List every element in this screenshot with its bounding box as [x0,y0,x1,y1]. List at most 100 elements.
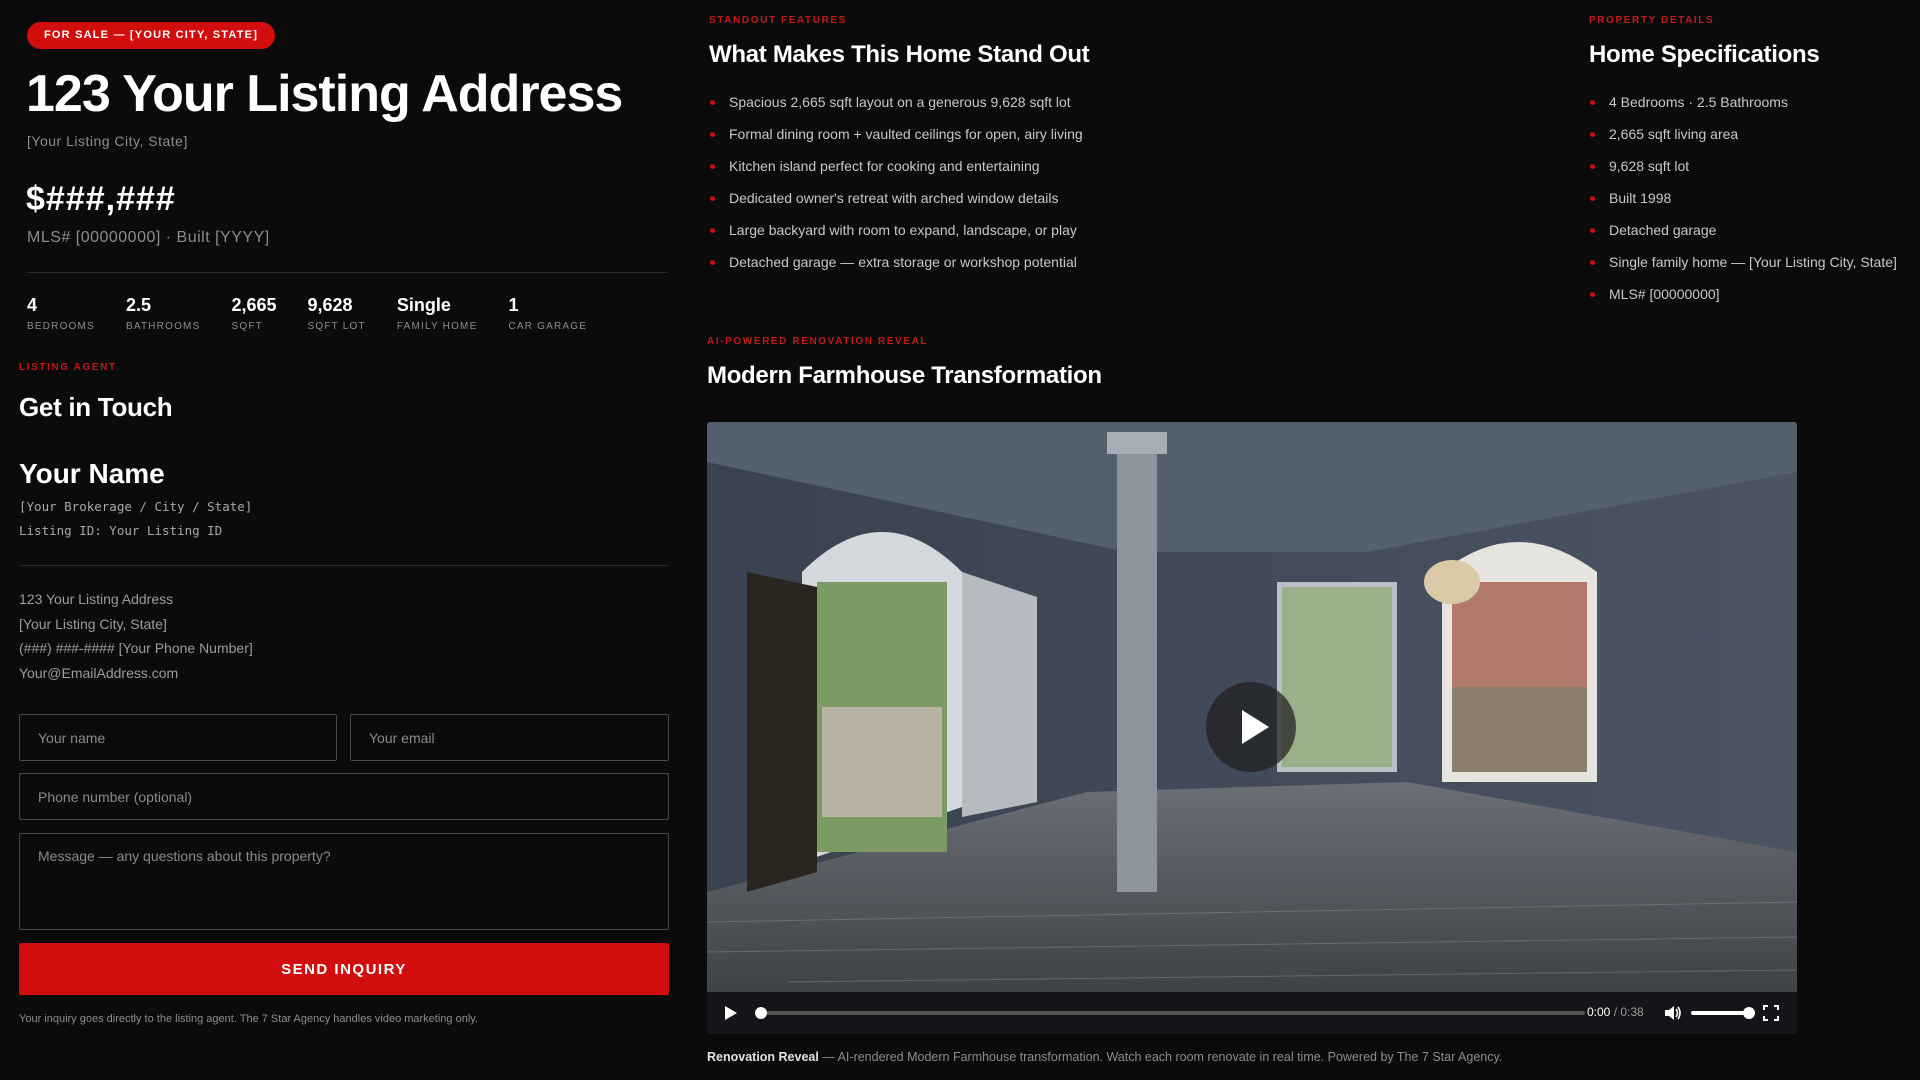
name-input[interactable] [19,714,337,761]
agent-brokerage: [Your Brokerage / City / State] [19,499,253,514]
stat-bathrooms: 2.5 BATHROOMS [126,295,201,332]
list-item: 4 Bedrooms · 2.5 Bathrooms [1589,93,1897,125]
list-item: Large backyard with room to expand, land… [709,221,1083,253]
feature-text: Large backyard with room to expand, land… [729,222,1077,238]
feature-text: Spacious 2,665 sqft layout on a generous… [729,94,1071,110]
stat-label: FAMILY HOME [396,321,478,332]
specs-list: 4 Bedrooms · 2.5 Bathrooms 2,665 sqft li… [1589,93,1897,317]
bullet-icon [1590,292,1595,297]
list-item: MLS# [00000000] [1589,285,1897,317]
bullet-icon [1590,260,1595,265]
video-player[interactable]: 0:00 / 0:38 [707,422,1797,1034]
spec-text: 4 Bedrooms · 2.5 Bathrooms [1609,94,1788,110]
listing-price: $###,### [26,180,176,218]
list-item: Detached garage [1589,221,1897,253]
seek-bar[interactable] [761,1011,1585,1015]
list-item: 2,665 sqft living area [1589,125,1897,157]
list-item: 9,628 sqft lot [1589,157,1897,189]
stat-label: SQFT [231,321,263,332]
for-sale-badge: FOR SALE — [YOUR CITY, STATE] [27,22,276,49]
volume-handle[interactable] [1743,1007,1755,1019]
time-display: 0:00 / 0:38 [1587,1005,1644,1019]
bullet-icon [1590,228,1595,233]
video-heading: Modern Farmhouse Transformation [707,362,1102,389]
bullet-icon [1590,164,1595,169]
play-icon [1242,710,1269,744]
contact-address-line1: 123 Your Listing Address [19,591,174,607]
specs-eyebrow: PROPERTY DETAILS [1589,15,1715,26]
listing-city-state: [Your Listing City, State] [27,133,188,149]
list-item: Detached garage — extra storage or works… [709,253,1083,285]
stat-value: 2.5 [125,295,151,315]
stat-label: SQFT LOT [307,321,366,332]
fullscreen-icon[interactable] [1763,1005,1779,1021]
spec-text: Built 1998 [1609,190,1672,206]
agent-name: Your Name [19,458,165,489]
form-fine-print: Your inquiry goes directly to the listin… [19,1013,479,1025]
features-heading: What Makes This Home Stand Out [709,41,1090,68]
feature-text: Detached garage — extra storage or works… [729,254,1077,270]
bullet-icon [710,228,715,233]
volume-slider[interactable] [1691,1011,1747,1015]
stat-bedrooms: 4 BEDROOMS [27,295,95,332]
stat-value: Single [396,295,451,315]
specs-heading: Home Specifications [1589,41,1820,68]
list-item: Built 1998 [1589,189,1897,221]
bullet-icon [1590,132,1595,137]
message-textarea[interactable] [19,833,669,930]
stat-value: 4 [27,295,38,315]
spec-text: MLS# [00000000] [1609,286,1720,302]
stat-sqft: 2,665 SQFT [231,295,276,332]
bullet-icon [1590,196,1595,201]
list-item: Formal dining room + vaulted ceilings fo… [709,125,1083,157]
listing-address-title: 123 Your Listing Address [26,65,623,123]
stat-car-garage: 1 CAR GARAGE [508,295,587,332]
mls-built-line: MLS# [00000000] · Built [YYYY] [27,229,270,246]
video-controls: 0:00 / 0:38 [707,992,1797,1034]
agent-eyebrow: LISTING AGENT [19,362,117,373]
bullet-icon [1590,100,1595,105]
phone-input[interactable] [19,773,669,820]
seek-handle[interactable] [755,1007,767,1019]
stat-family-home: Single FAMILY HOME [397,295,478,332]
bullet-icon [710,164,715,169]
play-icon[interactable] [725,1006,737,1020]
list-item: Single family home — [Your Listing City,… [1589,253,1897,285]
stat-value: 1 [508,295,519,315]
caption-bold: Renovation Reveal [707,1050,819,1064]
feature-text: Formal dining room + vaulted ceilings fo… [729,126,1083,142]
contact-address-line2: [Your Listing City, State] [19,616,167,632]
stat-sqft-lot: 9,628 SQFT LOT [308,295,366,332]
duration: 0:38 [1620,1005,1644,1019]
feature-text: Kitchen island perfect for cooking and e… [729,158,1040,174]
get-in-touch-heading: Get in Touch [19,392,173,422]
agent-listing-id: Listing ID: Your Listing ID [19,523,223,538]
bullet-icon [710,132,715,137]
stat-label: BATHROOMS [125,321,201,332]
features-eyebrow: STANDOUT FEATURES [709,15,847,26]
divider [19,565,669,566]
bullet-icon [710,196,715,201]
volume-icon[interactable] [1663,1004,1683,1022]
video-caption: Renovation Reveal — AI-rendered Modern F… [707,1050,1502,1064]
current-time: 0:00 [1587,1005,1611,1019]
stat-label: BEDROOMS [27,321,95,332]
time-separator: / [1610,1005,1621,1019]
send-inquiry-button[interactable]: SEND INQUIRY [19,943,669,995]
feature-text: Dedicated owner's retreat with arched wi… [729,190,1059,206]
play-overlay-button[interactable] [1206,682,1296,772]
listing-column: FOR SALE — [YOUR CITY, STATE] 123 Your L… [0,0,690,1080]
list-item: Kitchen island perfect for cooking and e… [709,157,1083,189]
email-input[interactable] [350,714,669,761]
stat-value: 2,665 [231,295,277,315]
caption-text: — AI-rendered Modern Farmhouse transform… [818,1050,1503,1064]
stat-label: CAR GARAGE [508,321,588,332]
divider [27,272,668,273]
stat-value: 9,628 [307,295,353,315]
contact-phone: (###) ###-#### [Your Phone Number] [19,640,253,656]
list-item: Spacious 2,665 sqft layout on a generous… [709,93,1083,125]
spec-text: Single family home — [Your Listing City,… [1609,254,1897,270]
bullet-icon [710,100,715,105]
bullet-icon [710,260,715,265]
video-eyebrow: AI-POWERED RENOVATION REVEAL [707,336,929,347]
